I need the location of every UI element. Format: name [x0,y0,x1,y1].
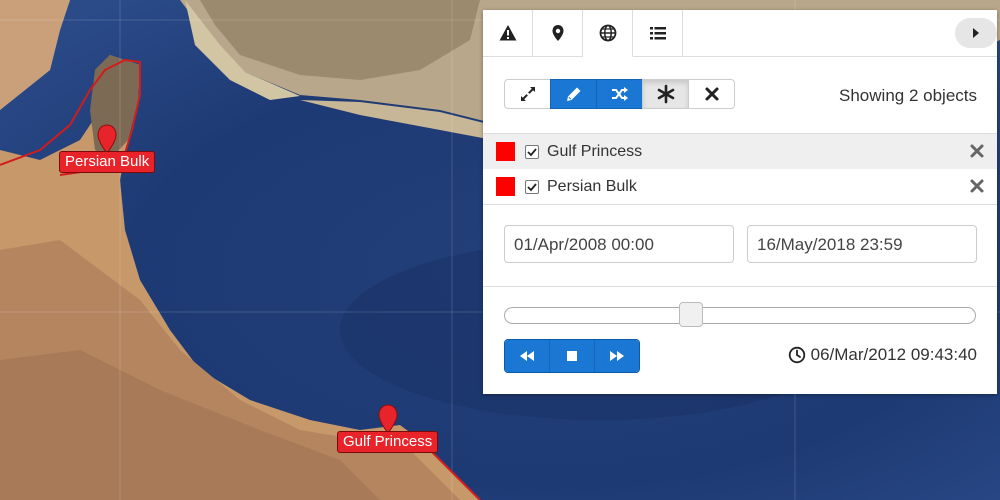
marker-label: Gulf Princess [337,431,439,453]
current-time: 06/Mar/2012 09:43:40 [788,345,977,365]
remove-icon[interactable] [969,178,985,194]
expand-button[interactable] [504,79,551,109]
panel-tabs [483,10,997,57]
time-slider-handle[interactable] [678,302,703,327]
divider [483,204,997,205]
map-marker-persian-bulk[interactable]: Persian Bulk [59,124,156,173]
stop-icon [567,351,577,361]
map-marker-gulf-princess[interactable]: Gulf Princess [337,404,439,453]
divider [483,286,997,287]
expand-icon [520,87,535,101]
clear-button[interactable] [688,79,735,109]
map-pin-icon [378,404,398,434]
map-pin-icon [97,124,117,154]
tab-globe[interactable] [583,10,633,57]
globe-icon [599,24,616,42]
remove-icon[interactable] [969,143,985,159]
select-all-button[interactable] [642,79,689,109]
map-pin-icon [552,25,563,41]
color-swatch[interactable] [496,177,515,196]
current-time-text: 06/Mar/2012 09:43:40 [810,345,977,364]
asterisk-icon [657,84,674,104]
fast-forward-button[interactable] [594,340,639,372]
play-right-icon [973,28,979,38]
playback-controls [504,339,640,373]
list-item[interactable]: Persian Bulk [483,169,997,204]
object-name: Persian Bulk [547,177,637,195]
edit-button[interactable] [550,79,597,109]
shuffle-icon [611,87,628,101]
visibility-checkbox[interactable] [525,179,539,194]
rewind-button[interactable] [505,340,549,372]
list-item[interactable]: Gulf Princess [483,134,997,169]
date-from-field[interactable]: 01/Apr/2008 00:00 [504,225,734,263]
tab-list[interactable] [633,10,683,56]
time-slider[interactable] [504,307,976,324]
collapse-panel-button[interactable] [955,18,997,48]
marker-label: Persian Bulk [59,151,156,173]
stop-button[interactable] [549,340,594,372]
showing-count: Showing 2 objects [839,86,977,105]
check-icon [527,182,537,191]
color-swatch[interactable] [496,142,515,161]
list-icon [649,27,666,40]
tab-locations[interactable] [533,10,583,56]
check-icon [527,147,537,156]
object-list: Gulf Princess Persian Bulk [483,133,997,204]
tab-alerts[interactable] [483,10,533,56]
close-icon [705,87,718,101]
control-panel: Showing 2 objects Gulf Princess Persian … [483,10,997,394]
visibility-checkbox[interactable] [525,144,539,159]
date-to-field[interactable]: 16/May/2018 23:59 [747,225,977,263]
clock-icon [788,346,805,364]
edit-toolbar [504,79,735,109]
fast-forward-icon [610,351,624,361]
object-name: Gulf Princess [547,142,643,160]
pencil-icon [566,87,580,101]
random-button[interactable] [596,79,643,109]
rewind-icon [520,351,534,361]
warning-icon [499,25,516,41]
